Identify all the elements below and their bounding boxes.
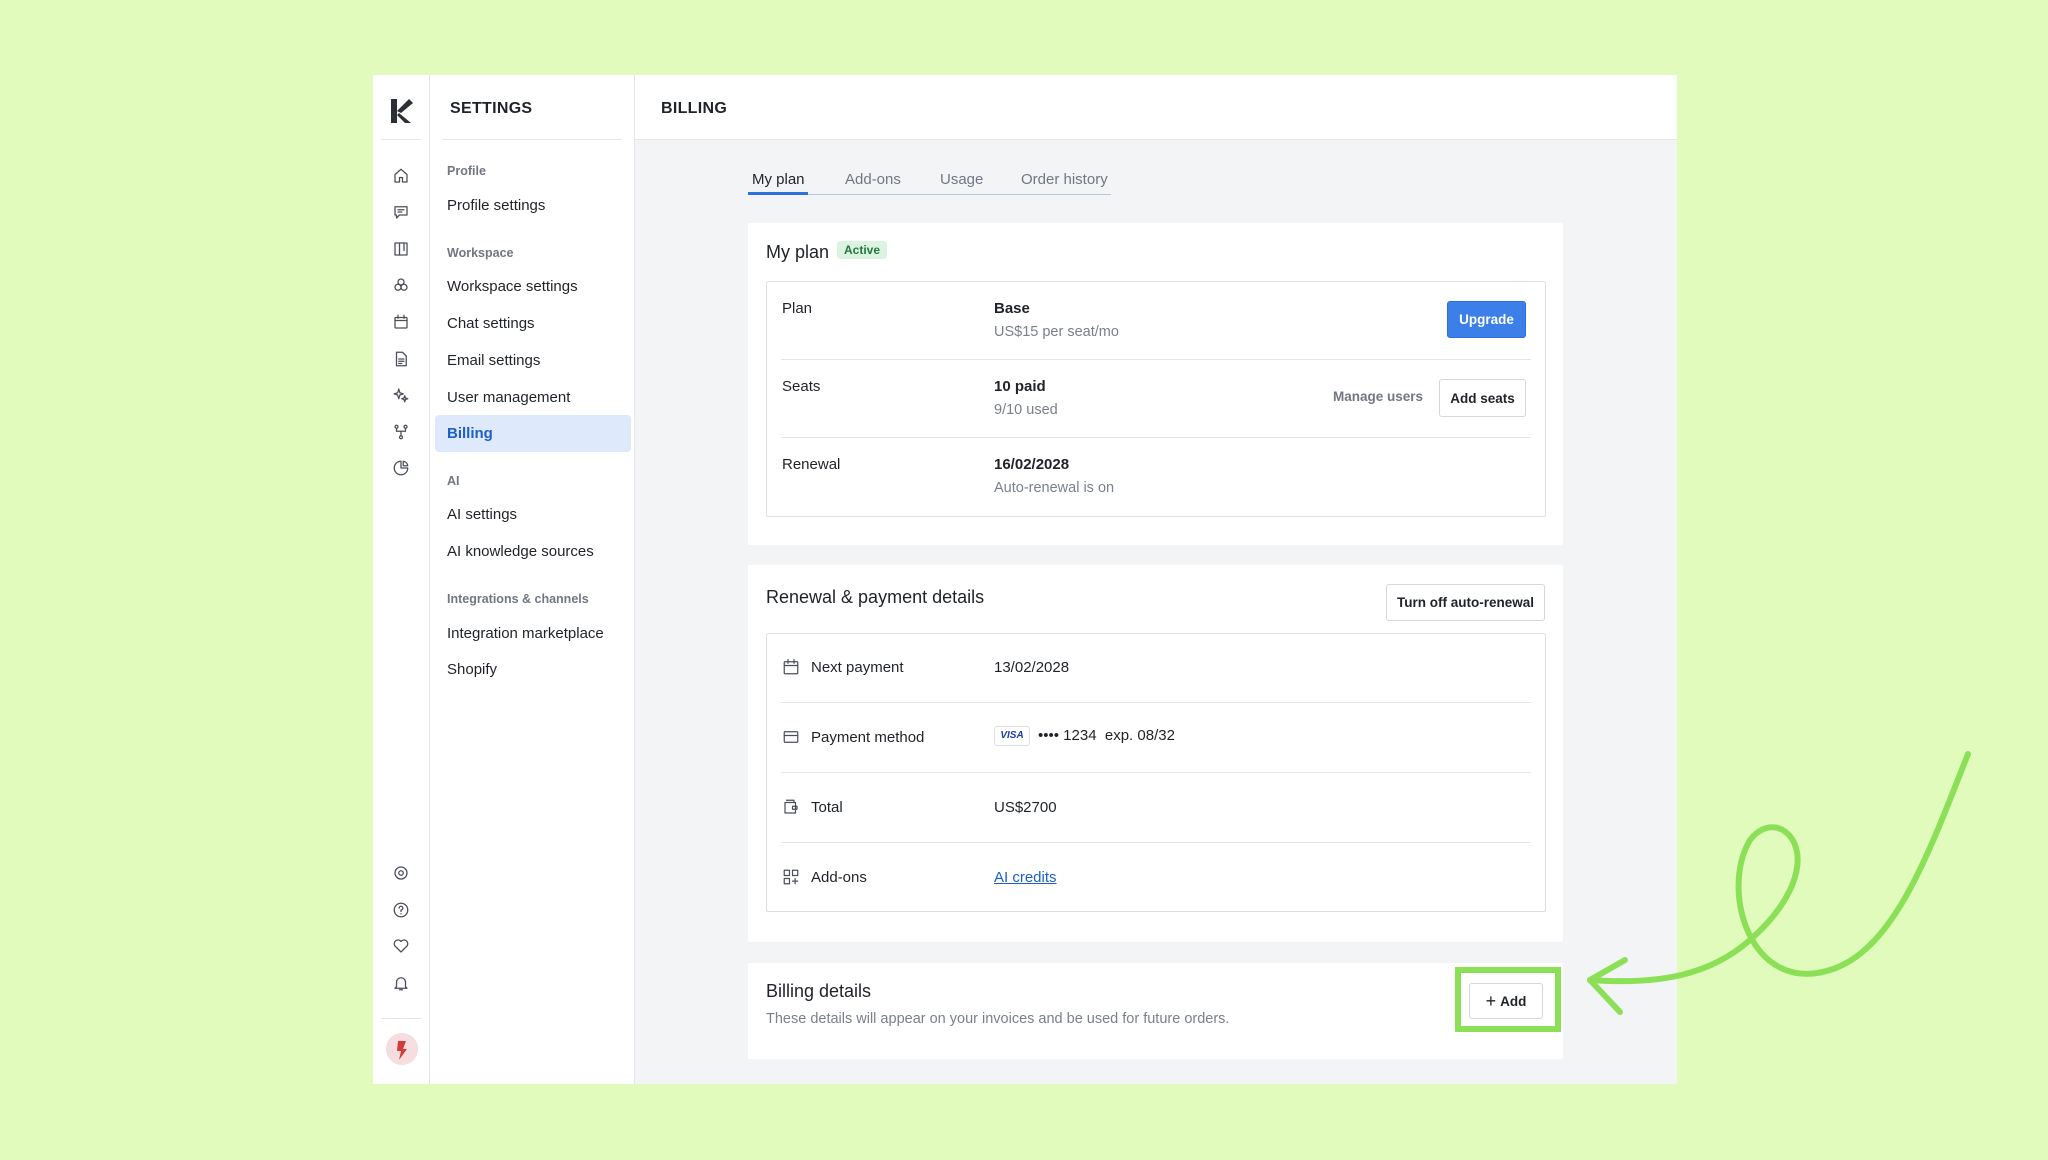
logo-icon[interactable] xyxy=(385,95,417,127)
section-label-workspace: Workspace xyxy=(447,246,514,260)
sidebar-item-profile-settings[interactable]: Profile settings xyxy=(435,187,631,224)
sidebar-item-shopify[interactable]: Shopify xyxy=(435,651,631,688)
total-label: Total xyxy=(811,799,843,816)
turn-off-auto-renewal-button[interactable]: Turn off auto-renewal xyxy=(1386,584,1545,621)
credit-card-icon xyxy=(782,728,802,748)
billing-details-description: These details will appear on your invoic… xyxy=(766,1011,1230,1027)
card-number: •••• 1234 exp. 08/32 xyxy=(1038,726,1175,744)
avatar[interactable] xyxy=(386,1033,418,1065)
sidebar-item-workspace-settings[interactable]: Workspace settings xyxy=(435,268,631,305)
heart-icon[interactable] xyxy=(389,934,413,958)
manage-users-button[interactable]: Manage users xyxy=(1333,389,1423,404)
plan-card: My plan Active Plan Base US$15 per seat/… xyxy=(748,223,1563,545)
total-value: US$2700 xyxy=(994,799,1057,816)
main-content: BILLING My plan Add-ons Usage Order hist… xyxy=(635,75,1677,1084)
tab-my-plan[interactable]: My plan xyxy=(752,171,805,188)
renewal-date: 16/02/2028 xyxy=(994,456,1070,473)
seats-used: 9/10 used xyxy=(994,402,1058,418)
board-icon[interactable] xyxy=(389,237,413,261)
calendar-icon[interactable] xyxy=(389,310,413,334)
next-payment-date: 13/02/2028 xyxy=(994,659,1070,676)
calendar-icon xyxy=(782,658,802,678)
seats-label: Seats xyxy=(782,378,821,395)
page-header: BILLING xyxy=(635,75,1677,140)
divider xyxy=(781,359,1531,360)
billing-details-card: Billing details These details will appea… xyxy=(748,963,1563,1059)
renewal-payment-card: Renewal & payment details Turn off auto-… xyxy=(748,565,1563,942)
tab-add-ons[interactable]: Add-ons xyxy=(845,171,901,188)
page-title: BILLING xyxy=(661,100,728,117)
home-icon[interactable] xyxy=(389,164,413,188)
rail-divider xyxy=(381,1018,421,1019)
active-tab-indicator xyxy=(748,192,808,195)
reports-icon[interactable] xyxy=(389,456,413,480)
plan-price: US$15 per seat/mo xyxy=(994,324,1119,340)
sidebar-item-email-settings[interactable]: Email settings xyxy=(435,342,631,379)
sidebar-item-billing[interactable]: Billing xyxy=(435,415,631,452)
sparkles-icon[interactable] xyxy=(389,383,413,407)
icon-rail xyxy=(373,75,430,1084)
auto-renewal-status: Auto-renewal is on xyxy=(994,480,1115,496)
plan-details: Plan Base US$15 per seat/mo Upgrade Seat… xyxy=(766,281,1546,517)
ai-credits-link[interactable]: AI credits xyxy=(994,869,1057,886)
divider xyxy=(781,437,1531,438)
contacts-icon[interactable] xyxy=(389,273,413,297)
tab-order-history[interactable]: Order history xyxy=(1021,171,1108,188)
chat-icon[interactable] xyxy=(389,200,413,224)
add-ons-value: AI credits xyxy=(994,869,1057,886)
add-ons-label: Add-ons xyxy=(811,869,867,886)
divider xyxy=(442,139,622,140)
section-label-profile: Profile xyxy=(447,164,486,178)
upgrade-button[interactable]: Upgrade xyxy=(1447,301,1526,338)
next-payment-label: Next payment xyxy=(811,659,904,676)
divider xyxy=(781,772,1531,773)
divider xyxy=(781,842,1531,843)
document-icon[interactable] xyxy=(389,347,413,371)
plan-card-title: My plan xyxy=(766,242,830,262)
settings-title: SETTINGS xyxy=(450,100,533,117)
bell-icon[interactable] xyxy=(389,971,413,995)
visa-icon: VISA xyxy=(994,726,1030,746)
tab-bar: My plan Add-ons Usage Order history xyxy=(748,171,1111,195)
payment-method-label: Payment method xyxy=(811,729,925,746)
sidebar-item-user-management[interactable]: User management xyxy=(435,379,631,416)
plan-value: Base xyxy=(994,300,1030,317)
renewal-label: Renewal xyxy=(782,456,841,473)
tab-usage[interactable]: Usage xyxy=(940,171,983,188)
payment-method-value: VISA •••• 1234 exp. 08/32 xyxy=(994,726,1175,746)
help-icon[interactable] xyxy=(389,898,413,922)
settings-sidebar: SETTINGS Profile Profile settings Worksp… xyxy=(430,75,635,1084)
rail-divider xyxy=(381,139,421,140)
divider xyxy=(781,702,1531,703)
section-label-ai: AI xyxy=(447,474,460,488)
highlight-box xyxy=(1455,967,1561,1032)
app-window: SETTINGS Profile Profile settings Worksp… xyxy=(373,75,1677,1084)
sidebar-item-ai-knowledge-sources[interactable]: AI knowledge sources xyxy=(435,533,631,570)
flow-icon[interactable] xyxy=(389,420,413,444)
add-seats-button[interactable]: Add seats xyxy=(1439,379,1526,417)
annotation-arrow-icon xyxy=(1587,751,1971,1015)
plan-label: Plan xyxy=(782,300,813,317)
payment-details: Next payment 13/02/2028 Payment method V… xyxy=(766,633,1546,912)
billing-details-title: Billing details xyxy=(766,981,872,1001)
section-label-integrations: Integrations & channels xyxy=(447,592,589,606)
sidebar-item-chat-settings[interactable]: Chat settings xyxy=(435,305,631,342)
wallet-icon xyxy=(782,798,802,818)
sidebar-item-ai-settings[interactable]: AI settings xyxy=(435,496,631,533)
sidebar-item-integration-marketplace[interactable]: Integration marketplace xyxy=(435,615,631,652)
seats-value: 10 paid xyxy=(994,378,1046,395)
renewal-card-title: Renewal & payment details xyxy=(766,587,985,607)
add-ons-icon xyxy=(782,868,802,888)
status-badge: Active xyxy=(837,241,888,259)
settings-icon[interactable] xyxy=(389,861,413,885)
